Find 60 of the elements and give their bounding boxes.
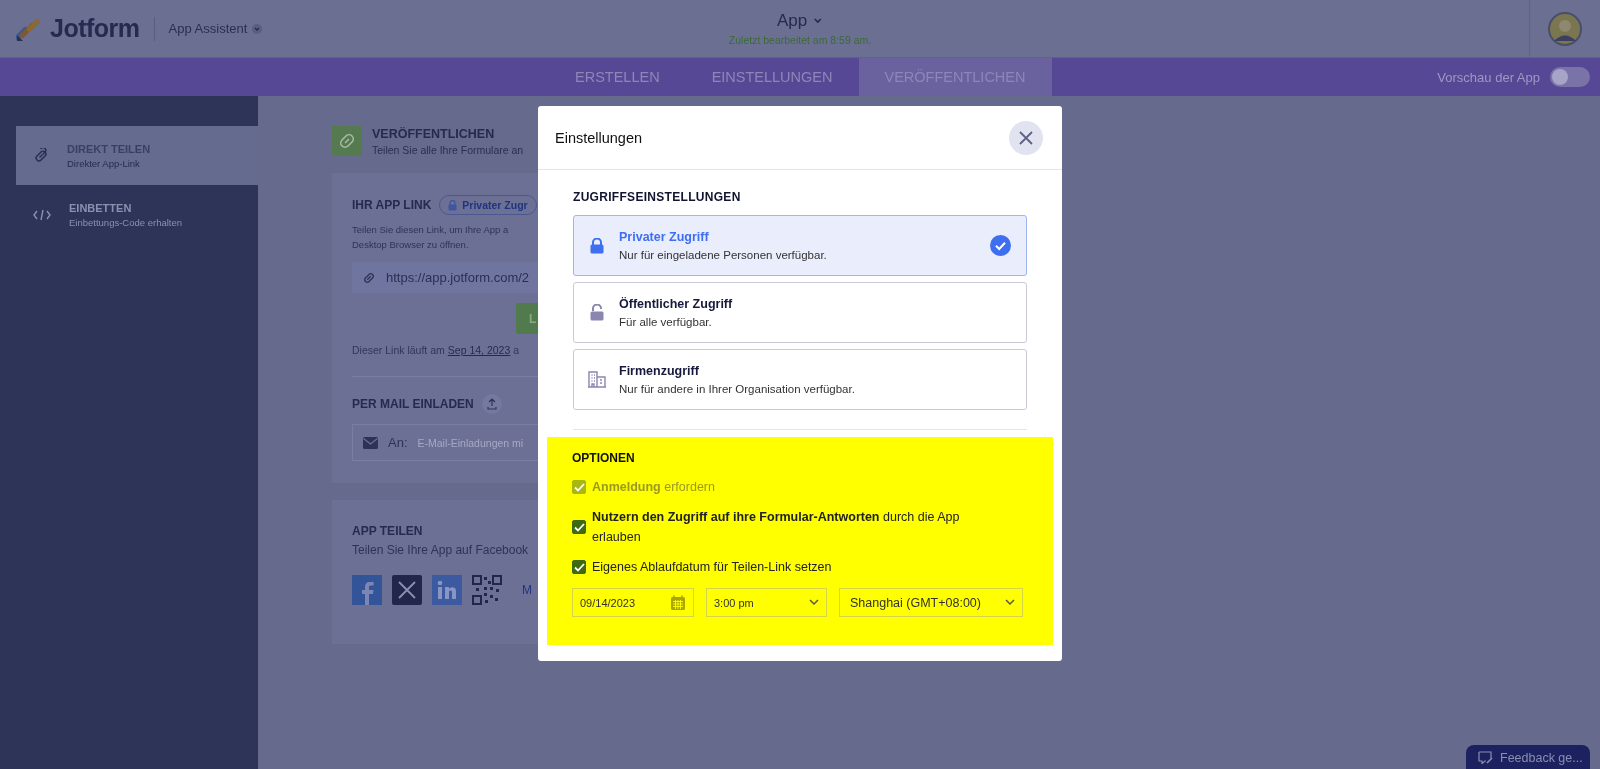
checkbox-label: Nutzern den Zugriff auf ihre Formular-Antworten durch die App erlauben (592, 509, 961, 546)
invite-heading: PER MAIL EINLADEN (352, 397, 474, 411)
checkbox-label: Anmeldung erfordern (592, 479, 716, 496)
logo-text[interactable]: Jotform (50, 14, 140, 43)
time-dropdown[interactable]: 3:00 pm (706, 588, 827, 617)
preview-toggle[interactable] (1550, 67, 1590, 87)
chevron-down-icon (1005, 599, 1015, 606)
x-icon[interactable] (392, 575, 422, 605)
linkedin-icon[interactable] (432, 575, 462, 605)
section-heading: ZUGRIFFSEINSTELLUNGEN (573, 190, 742, 204)
dialog-title: Einstellungen (555, 129, 643, 146)
sidebar-item[interactable]: EINBETTEN Einbettungs-Code erhalten (16, 185, 258, 244)
avatar-icon[interactable] (1548, 11, 1582, 46)
share-subtitle: Teilen Sie Ihre App auf Facebook (352, 543, 530, 557)
email-field[interactable]: An: E-Mail-Einladungen mi (352, 424, 538, 461)
expiry-text: a (513, 344, 520, 356)
chevron-down-icon (252, 23, 263, 34)
share-heading: APP TEILEN (352, 524, 424, 538)
chevron-down-icon (813, 17, 824, 25)
lock-icon (588, 237, 606, 254)
last-edited-text: Zuletzt bearbeitet am 8:59 am. (728, 34, 872, 46)
expiry-date-link[interactable]: Sep 14, 2023 (447, 344, 511, 356)
app-switcher[interactable]: App Assistent (168, 21, 263, 36)
app-link-heading: IHR APP LINK (352, 198, 432, 212)
expiry-text: Dieser Link läuft am (352, 344, 445, 356)
link-icon (332, 126, 362, 156)
close-button[interactable] (1009, 120, 1043, 155)
access-option[interactable]: Firmenzugriff Nur für andere in Ihrer Organisation verfügbar. (573, 349, 1027, 410)
lock-icon (448, 199, 458, 211)
preview-label: Vorschau der App (1437, 69, 1540, 85)
checkbox[interactable] (572, 560, 586, 574)
calendar-icon (670, 594, 686, 611)
app-title[interactable]: App (776, 11, 824, 31)
chevron-down-icon (809, 599, 819, 606)
mail-icon (363, 436, 378, 449)
checkbox[interactable] (572, 520, 586, 534)
building-icon (588, 371, 606, 388)
page-title: VERÖFFENTLICHEN (372, 126, 496, 141)
date-field[interactable]: 09/14/2023 (572, 588, 694, 617)
access-option[interactable]: Öffentlicher Zugriff Für alle verfügbar. (573, 282, 1027, 343)
facebook-icon[interactable] (352, 575, 382, 605)
feedback-button[interactable]: Feedback ge... (1466, 745, 1590, 769)
nav-tab[interactable]: ERSTELLEN (549, 58, 686, 96)
url-field[interactable]: https://app.jotform.com/2 (352, 262, 538, 293)
timezone-dropdown[interactable]: Shanghai (GMT+08:00) (839, 588, 1023, 617)
copy-link-button[interactable]: L (516, 303, 538, 334)
link-icon (33, 147, 49, 164)
checkbox-label: Eigenes Ablaufdatum für Teilen-Link setzen (592, 559, 833, 576)
nav-tab[interactable]: EINSTELLUNGEN (685, 58, 859, 96)
feedback-icon (1478, 751, 1493, 764)
more-link[interactable]: M (522, 583, 532, 597)
code-icon (33, 208, 51, 221)
check-circle-icon (990, 235, 1011, 256)
upload-icon[interactable] (481, 394, 502, 414)
link-icon (362, 270, 376, 285)
qr-code-icon[interactable] (472, 575, 502, 605)
access-option[interactable]: Privater Zugriff Nur für eingeladene Personen verfügbar. (573, 215, 1027, 276)
unlocked-lock-icon (588, 304, 606, 321)
close-icon (1019, 130, 1033, 145)
section-heading: OPTIONEN (572, 451, 636, 465)
